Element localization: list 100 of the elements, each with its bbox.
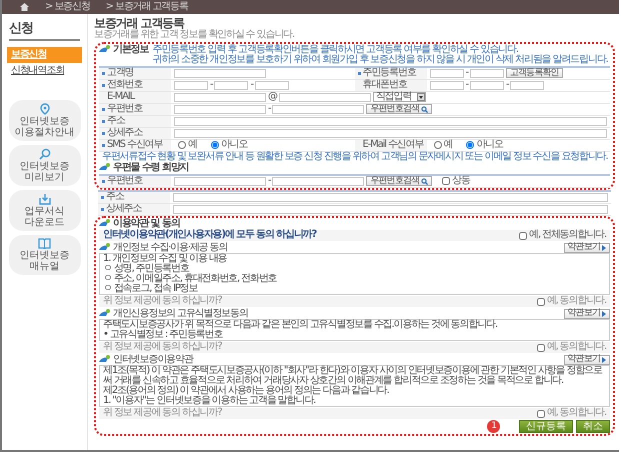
section-heading: 개인신용정보의 고유식별정보동의	[113, 308, 248, 320]
question-text: 위 정보 제공에 동의 하십니까?	[103, 342, 222, 353]
checkbox-label: 상동	[452, 176, 470, 187]
zip-search-button[interactable]: 우편번호검색	[366, 176, 432, 186]
bullet-icon	[99, 163, 110, 172]
sidebar-item[interactable]: 신청내역조회	[7, 63, 82, 80]
option-label: 아니오	[220, 140, 248, 151]
field-label: 전화번호	[107, 80, 142, 91]
terms-text: 제2조(용어의 정의) 이 약관에서 사용하는 용어의 정의는 다음과 같습니다.	[103, 386, 390, 396]
question-text: 인터넷이용약관(개인사용자용)에 모두 동의 하십니까?	[103, 230, 316, 241]
checkbox-label: 예, 동의합니다.	[546, 296, 606, 307]
shortcut-button[interactable]: 인터넷보증 매뉴얼	[8, 234, 80, 275]
input-field[interactable]	[430, 68, 464, 78]
input-field[interactable]	[510, 80, 544, 90]
download-icon	[38, 192, 50, 205]
section-heading: 우편물 수령 희망지	[113, 163, 188, 174]
separator: -	[210, 80, 212, 91]
field-label: 주소	[106, 192, 124, 203]
page-subtitle: 보증거래를 위한 고객 정보를 확인하실 수 있습니다.	[94, 30, 296, 41]
note-text: 주민등록번호 입력 후 고객등록확인버튼을 클릭하시면 고객등록 여부를 확인하실 수 있습니다.	[152, 44, 518, 55]
input-field[interactable]	[174, 80, 208, 90]
field-label: 우편번호	[107, 176, 142, 187]
separator: -	[506, 80, 508, 91]
input-field[interactable]	[173, 204, 608, 214]
view-terms-button[interactable]: 약관보기	[564, 308, 610, 319]
chevron-icon	[602, 310, 606, 317]
checkbox[interactable]	[536, 298, 545, 306]
book-icon	[38, 238, 51, 249]
home-icon[interactable]	[20, 3, 29, 11]
separator: -	[466, 80, 468, 91]
field-label: E-Mail 수신여부	[362, 140, 424, 151]
breadcrumb-link[interactable]: > 보증거래 고객등록	[106, 2, 188, 12]
input-field[interactable]	[174, 128, 607, 138]
field-label: 상세주소	[106, 204, 142, 215]
separator: -	[250, 80, 253, 91]
pin-icon	[38, 102, 50, 115]
checkbox[interactable]	[519, 232, 528, 240]
search-icon	[38, 148, 50, 160]
input-field[interactable]	[430, 80, 464, 90]
radio-button[interactable]	[434, 141, 442, 150]
field-label: 상세주소	[107, 128, 142, 139]
bullet-icon	[99, 242, 110, 251]
search-icon	[421, 106, 428, 113]
section-heading: 이용약관 및 동의	[113, 218, 180, 229]
bullet-icon	[99, 218, 110, 227]
bullet-icon	[99, 308, 110, 317]
input-field[interactable]	[173, 192, 608, 202]
field-label: SMS 수신여부	[107, 140, 162, 151]
terms-text: 주택도시보증공사가 위 목적으로 다음과 같은 본인의 고유식별정보를 수집.이용하는 것에 동의합니다.	[103, 320, 498, 330]
field-label: 고객명	[107, 68, 134, 79]
chevron-icon	[602, 356, 606, 363]
shortcut-button[interactable]: 인터넷보증 미리보기	[8, 144, 80, 186]
view-terms-button[interactable]: 약관보기	[564, 354, 610, 365]
separator: -	[466, 68, 468, 79]
input-field[interactable]	[254, 80, 289, 90]
input-field[interactable]	[174, 92, 266, 102]
sidebar-title: 신청	[9, 22, 80, 41]
option-label: 아니오	[476, 140, 503, 151]
domain-dropdown[interactable]: 직접입력	[372, 92, 426, 102]
input-field[interactable]	[174, 176, 266, 186]
field-label: 주소	[107, 116, 125, 127]
radio-button[interactable]	[178, 141, 186, 150]
question-text: 위 정보 제공에 동의 하십니까?	[103, 408, 222, 419]
terms-text: ㅇ 성명, 주민등록번호	[103, 264, 190, 274]
section-heading: 기본정보	[113, 44, 148, 57]
input-field[interactable]	[278, 92, 371, 102]
terms-text: • 고유식별정보 : 주민등록번호	[103, 330, 224, 340]
input-field[interactable]	[272, 104, 364, 114]
note-text: 귀하의 소중한 개인정보를 보호하기 위하여 회원가입 후 보증신청을 하지 않을 시 개인이 삭제 처리됨을 알려드립니다.	[152, 55, 608, 66]
separator: -	[268, 104, 270, 115]
input-field[interactable]	[272, 176, 364, 186]
input-field[interactable]	[214, 80, 248, 90]
option-label: 예	[188, 140, 197, 151]
check-button[interactable]: 고객등록확인	[506, 68, 563, 78]
input-field[interactable]	[470, 80, 504, 90]
section-heading: 인터넷보증이용약관	[113, 354, 193, 365]
shortcut-button[interactable]: 인터넷보증 이용절차안내	[8, 100, 80, 141]
bullet-icon	[99, 44, 110, 53]
checkbox[interactable]	[536, 344, 545, 352]
section-heading: 개인정보 수집·이용·제공 동의	[113, 242, 228, 254]
field-label: E-MAIL	[107, 92, 134, 103]
radio-button[interactable]	[210, 141, 219, 150]
at-sign: @	[268, 92, 277, 103]
input-field[interactable]	[174, 68, 266, 78]
input-field[interactable]	[174, 116, 607, 126]
terms-text: ㅇ 접속로그, 접속 IP정보	[103, 284, 199, 294]
zip-search-button[interactable]: 우편번호검색	[366, 104, 432, 114]
input-field[interactable]	[174, 104, 266, 114]
shortcut-button[interactable]: 업무서식 다운로드	[8, 190, 80, 231]
checkbox[interactable]	[442, 177, 450, 186]
radio-button[interactable]	[466, 141, 474, 150]
checkbox[interactable]	[536, 410, 545, 418]
breadcrumb-link[interactable]: > 보증신청	[45, 2, 90, 12]
view-terms-button[interactable]: 약관보기	[564, 242, 610, 253]
checkbox-label: 예, 전체동의합니다.	[529, 230, 606, 241]
question-text: 위 정보 제공에 동의 하십니까?	[103, 296, 222, 307]
input-field[interactable]	[470, 68, 504, 78]
terms-text: 제1조(목적) 이 약관은 주택도시보증공사(이하 "회사"라 한다)와 이용자 사이의 인터넷보증이용에 관한 기본적인 사항을 정함으로써 거래를 신속하고 효율적으로 처리하여 거래당사자 상호간의 이해관계를 합리적으로 조정하는 것을 목적으로 합니다.	[103, 366, 604, 386]
info-note: 우편서류접수 현황 및 보완서류 안내 등 원활한 보증 신청 진행을 위하여 고객님의 문자메시지 또는 이메일 정보 수신을 요청합니다.	[101, 152, 609, 162]
step-marker: 1	[487, 420, 500, 433]
